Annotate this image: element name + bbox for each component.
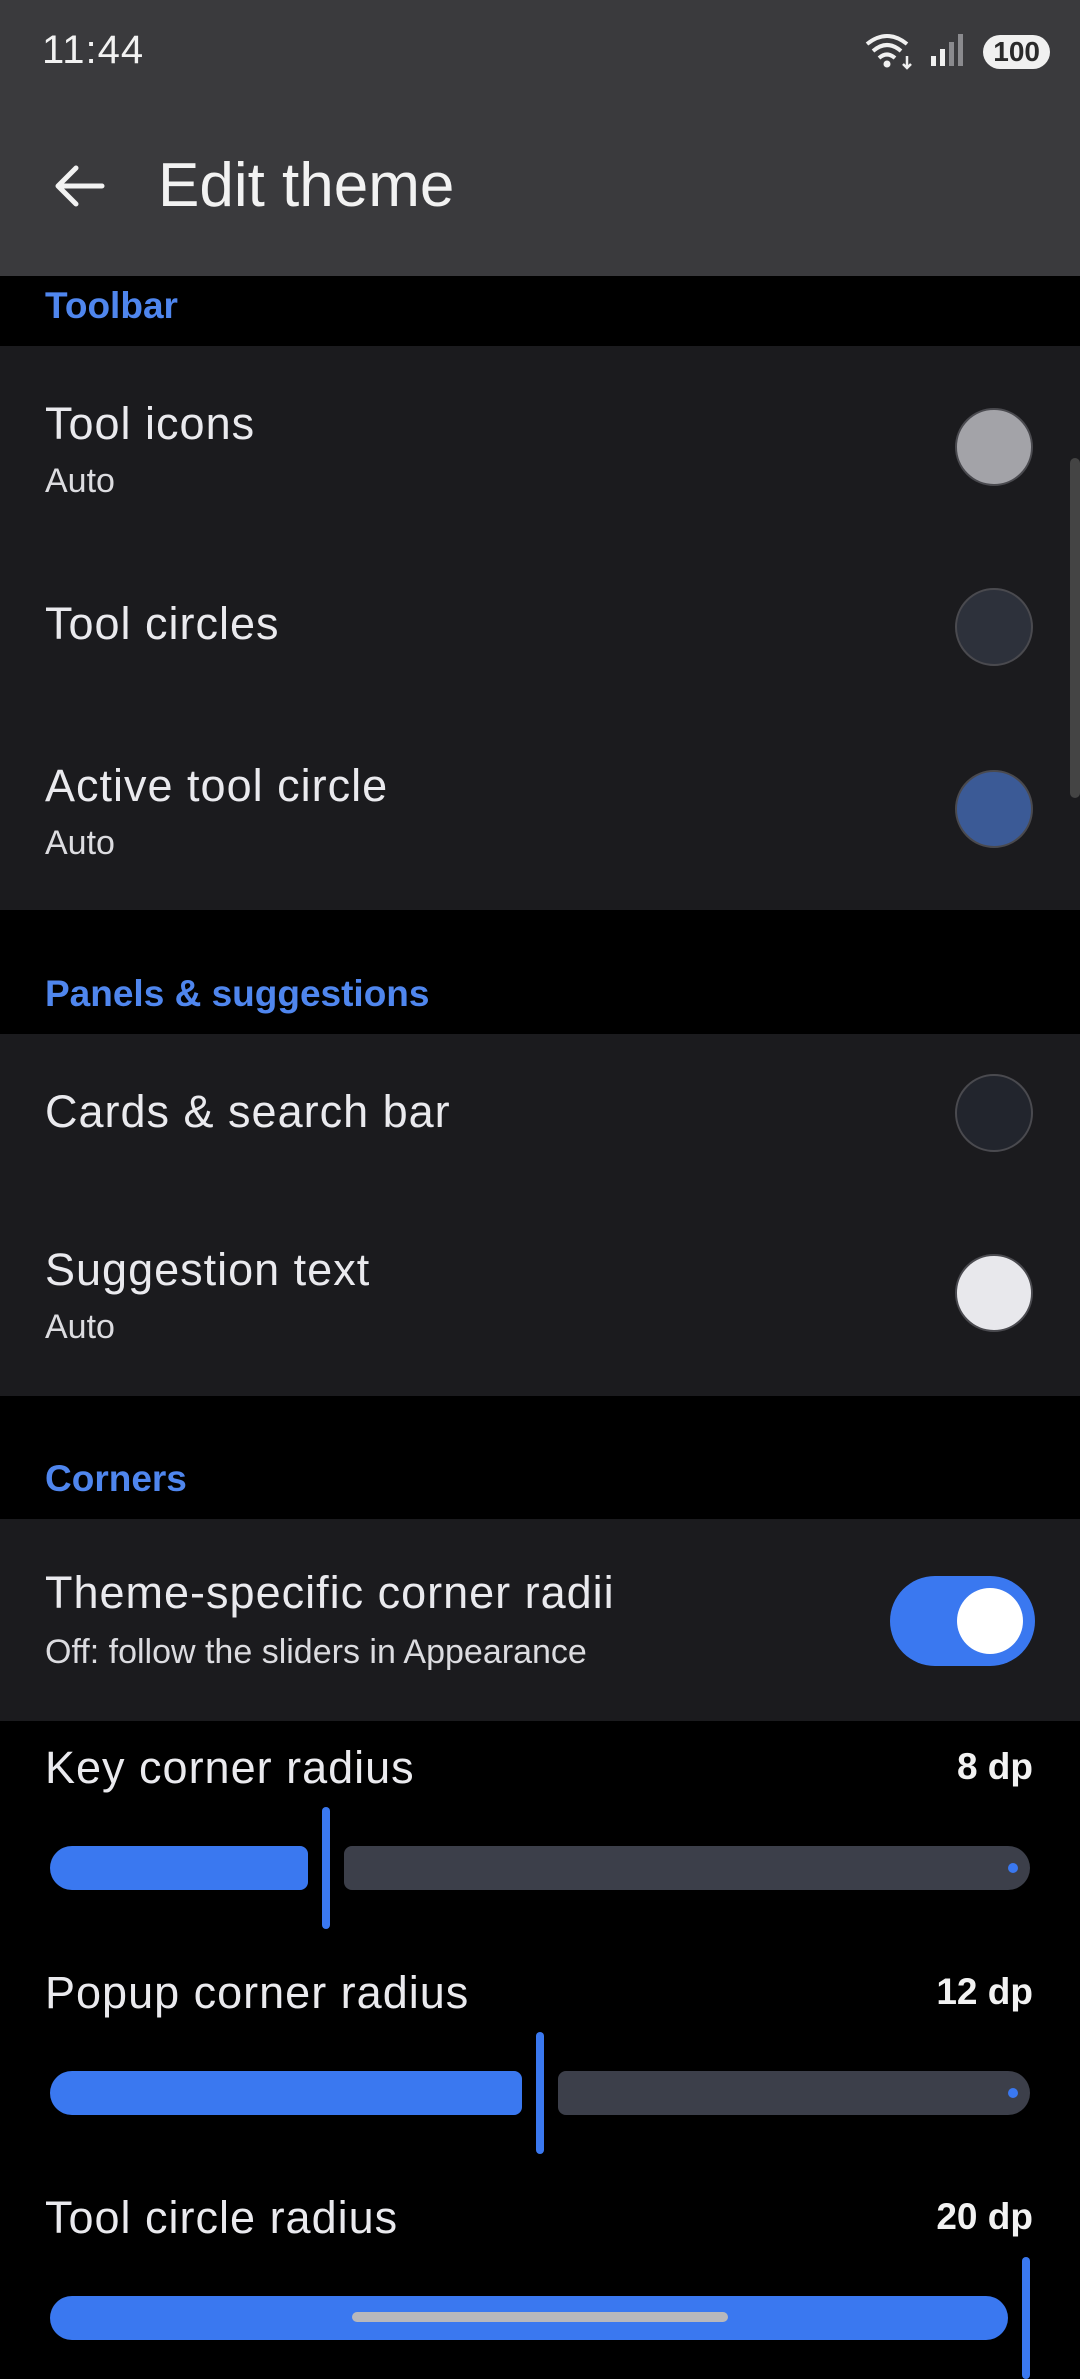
wifi-icon <box>863 30 915 75</box>
app-bar: Edit theme <box>0 100 1080 276</box>
back-button[interactable] <box>40 148 120 228</box>
slider-active-track <box>50 1846 308 1890</box>
slider-inactive-track <box>558 2071 1030 2115</box>
setting-row-tool-circles[interactable]: Tool circles <box>0 542 1080 708</box>
slider-track[interactable] <box>50 1807 1030 1929</box>
slider-title: Key corner radius <box>45 1742 415 1793</box>
setting-row-suggestion-text[interactable]: Suggestion text Auto <box>0 1194 1080 1396</box>
page-title: Edit theme <box>158 151 455 220</box>
slider-end-dot <box>1008 2088 1018 2098</box>
slider-thumb[interactable] <box>536 2032 544 2154</box>
slider-popup-corner-radius: Popup corner radius 12 dp <box>0 1963 1080 2173</box>
section-label-corners: Corners <box>45 1458 187 1499</box>
toolbar-card: Tool icons Auto Tool circles Active tool… <box>0 346 1080 910</box>
row-subtitle: Auto <box>45 1308 115 1346</box>
row-title: Tool icons <box>45 398 256 449</box>
slider-active-track <box>50 2071 522 2115</box>
slider-end-dot <box>1008 1863 1018 1873</box>
row-subtitle: Auto <box>45 824 115 862</box>
battery-icon: 100 <box>983 35 1050 69</box>
color-swatch[interactable] <box>955 588 1033 666</box>
row-title: Theme-specific corner radii <box>45 1567 615 1618</box>
row-title: Tool circles <box>45 598 280 649</box>
color-swatch[interactable] <box>955 408 1033 486</box>
section-label-toolbar: Toolbar <box>45 285 178 326</box>
slider-thumb[interactable] <box>322 1807 330 1929</box>
row-subtitle: Off: follow the sliders in Appearance <box>45 1633 587 1671</box>
color-swatch[interactable] <box>955 1254 1033 1332</box>
row-title: Active tool circle <box>45 760 389 811</box>
slider-value: 8 dp <box>956 1746 1033 1787</box>
home-indicator[interactable] <box>352 2312 728 2322</box>
arrow-back-icon <box>54 164 106 213</box>
color-swatch[interactable] <box>955 770 1033 848</box>
slider-value: 12 dp <box>936 1971 1033 2012</box>
section-label-panels: Panels & suggestions <box>45 973 430 1014</box>
color-swatch[interactable] <box>955 1074 1033 1152</box>
slider-title: Tool circle radius <box>45 2192 399 2243</box>
panels-card: Cards & search bar Suggestion text Auto <box>0 1034 1080 1396</box>
slider-inactive-track <box>344 1846 1030 1890</box>
row-title: Cards & search bar <box>45 1086 451 1137</box>
slider-thumb[interactable] <box>1022 2257 1030 2379</box>
slider-title: Popup corner radius <box>45 1967 470 2018</box>
status-icons: 100 <box>863 30 1050 74</box>
corner-radii-toggle[interactable] <box>890 1576 1035 1666</box>
row-subtitle: Auto <box>45 462 115 500</box>
setting-row-cards-search-bar[interactable]: Cards & search bar <box>0 1034 1080 1194</box>
toggle-knob <box>957 1588 1023 1654</box>
status-bar: 11:44 100 <box>0 0 1080 100</box>
signal-icon <box>929 32 969 73</box>
corners-card: Theme-specific corner radii Off: follow … <box>0 1519 1080 1721</box>
slider-key-corner-radius: Key corner radius 8 dp <box>0 1738 1080 1948</box>
setting-row-theme-corner-radii[interactable]: Theme-specific corner radii Off: follow … <box>0 1519 1080 1721</box>
slider-track[interactable] <box>50 2032 1030 2154</box>
scrollbar[interactable] <box>1070 458 1080 798</box>
slider-value: 20 dp <box>936 2196 1033 2237</box>
setting-row-tool-icons[interactable]: Tool icons Auto <box>0 346 1080 542</box>
status-time: 11:44 <box>42 28 145 72</box>
row-title: Suggestion text <box>45 1244 371 1295</box>
setting-row-active-tool-circle[interactable]: Active tool circle Auto <box>0 708 1080 910</box>
